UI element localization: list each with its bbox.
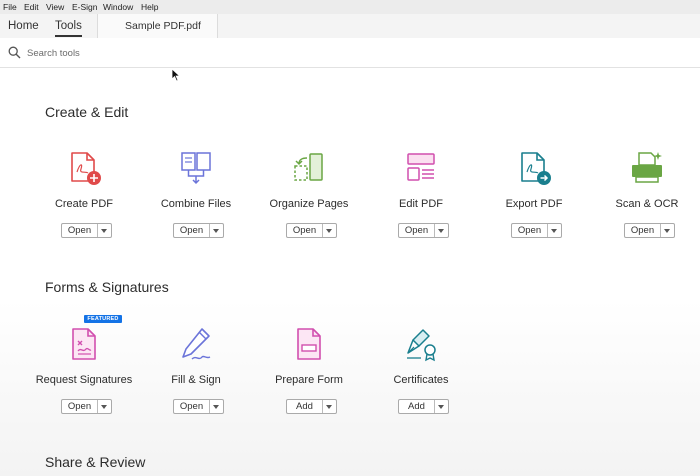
- tool-export-pdf[interactable]: Export PDF Open: [474, 150, 594, 245]
- scan-ocr-icon: [632, 152, 662, 183]
- search-input[interactable]: [27, 46, 327, 60]
- open-split-button: Open: [61, 399, 112, 414]
- organize-pages-icon: [294, 153, 323, 181]
- chevron-down-icon[interactable]: [434, 224, 448, 237]
- tool-edit-pdf[interactable]: Edit PDF Open: [361, 150, 481, 245]
- open-split-button: Open: [286, 223, 337, 238]
- tool-label: Create PDF: [54, 198, 114, 210]
- tool-label: Combine Files: [160, 198, 232, 210]
- open-button[interactable]: Open: [174, 400, 210, 413]
- chevron-down-icon[interactable]: [322, 400, 336, 413]
- tab-bar: Home Tools Sample PDF.pdf: [0, 14, 700, 39]
- search-icon: [8, 46, 21, 59]
- tool-label: Export PDF: [505, 198, 563, 210]
- tab-document[interactable]: Sample PDF.pdf: [97, 14, 218, 38]
- create-pdf-icon: [71, 152, 101, 185]
- menu-window[interactable]: Window: [103, 2, 133, 12]
- tool-certificates[interactable]: Certificates Add: [361, 326, 481, 421]
- chevron-down-icon[interactable]: [209, 400, 223, 413]
- open-button[interactable]: Open: [62, 224, 98, 237]
- export-pdf-icon: [521, 152, 551, 185]
- mouse-cursor-icon: [171, 68, 181, 82]
- tool-label: Request Signatures: [35, 374, 133, 386]
- document-tab-label: Sample PDF.pdf: [125, 20, 201, 32]
- prepare-form-icon: [297, 328, 321, 360]
- open-button[interactable]: Open: [625, 224, 661, 237]
- certificates-icon: [407, 329, 436, 362]
- chevron-down-icon[interactable]: [97, 224, 111, 237]
- request-signatures-icon: [72, 328, 96, 360]
- search-bar: [0, 38, 700, 68]
- chevron-down-icon[interactable]: [209, 224, 223, 237]
- open-button[interactable]: Open: [287, 224, 323, 237]
- chevron-down-icon[interactable]: [660, 224, 674, 237]
- chevron-down-icon[interactable]: [97, 400, 111, 413]
- fill-sign-icon: [182, 328, 211, 360]
- section-title-create-edit: Create & Edit: [45, 104, 129, 120]
- menu-edit[interactable]: Edit: [24, 2, 39, 12]
- open-button[interactable]: Open: [399, 224, 435, 237]
- tool-label: Edit PDF: [398, 198, 443, 210]
- tool-organize-pages[interactable]: Organize Pages Open: [249, 150, 369, 245]
- open-split-button: Open: [624, 223, 675, 238]
- add-split-button: Add: [398, 399, 449, 414]
- tool-request-signatures[interactable]: Request Signatures Open: [24, 326, 144, 421]
- menu-bar: File Edit View E-Sign Window Help: [0, 0, 700, 14]
- menu-esign[interactable]: E-Sign: [72, 2, 98, 12]
- menu-view[interactable]: View: [46, 2, 64, 12]
- tool-prepare-form[interactable]: Prepare Form Add: [249, 326, 369, 421]
- tool-label: Scan & OCR: [615, 198, 679, 210]
- add-split-button: Add: [286, 399, 337, 414]
- tool-label: Fill & Sign: [171, 374, 221, 386]
- tool-label: Organize Pages: [269, 198, 349, 210]
- open-split-button: Open: [511, 223, 562, 238]
- open-split-button: Open: [61, 223, 112, 238]
- chevron-down-icon[interactable]: [547, 224, 561, 237]
- open-split-button: Open: [173, 399, 224, 414]
- tool-combine-files[interactable]: Combine Files Open: [136, 150, 256, 245]
- open-button[interactable]: Open: [174, 224, 210, 237]
- chevron-down-icon[interactable]: [322, 224, 336, 237]
- open-split-button: Open: [173, 223, 224, 238]
- menu-file[interactable]: File: [3, 2, 17, 12]
- open-button[interactable]: Open: [62, 400, 98, 413]
- tool-create-pdf[interactable]: Create PDF Open: [24, 150, 144, 245]
- add-button[interactable]: Add: [399, 400, 435, 413]
- tab-home[interactable]: Home: [8, 14, 39, 38]
- open-split-button: Open: [398, 223, 449, 238]
- add-button[interactable]: Add: [287, 400, 323, 413]
- tool-label: Prepare Form: [275, 374, 343, 386]
- section-title-forms-signatures: Forms & Signatures: [45, 279, 169, 295]
- chevron-down-icon[interactable]: [434, 400, 448, 413]
- open-button[interactable]: Open: [512, 224, 548, 237]
- edit-pdf-icon: [407, 153, 435, 181]
- tool-label: Certificates: [393, 374, 449, 386]
- tab-tools[interactable]: Tools: [55, 14, 82, 38]
- tool-fill-sign[interactable]: Fill & Sign Open: [136, 326, 256, 421]
- combine-files-icon: [181, 152, 211, 185]
- tool-scan-ocr[interactable]: Scan & OCR Open: [587, 150, 700, 245]
- menu-help[interactable]: Help: [141, 2, 158, 12]
- featured-badge: FEATURED: [84, 315, 122, 323]
- section-title-share-review: Share & Review: [45, 454, 146, 470]
